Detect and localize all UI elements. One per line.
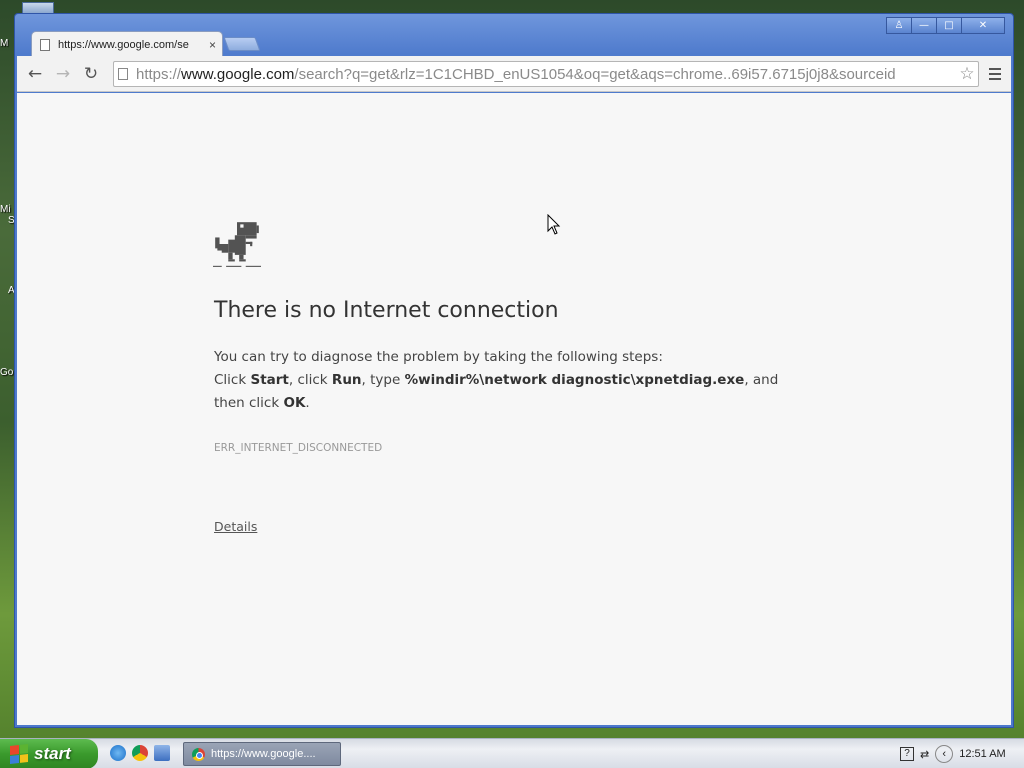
error-title: There is no Internet connection [214,298,559,323]
dinosaur-icon [213,222,261,267]
minimize-icon: — [919,20,929,31]
page-info-icon[interactable] [118,68,128,80]
error-instructions: You can try to diagnose the problem by t… [214,346,814,415]
desktop-label: Go [0,367,14,378]
text-type: , type [361,372,405,388]
text-click2: , click [288,372,332,388]
minimize-button[interactable]: — [911,17,937,34]
tab-title: https://www.google.com/se [58,38,189,51]
reload-icon: ↻ [83,63,99,84]
close-button[interactable]: ✕ [961,17,1005,34]
close-icon: ✕ [978,20,988,31]
text-ok: OK [283,395,306,411]
help-icon[interactable]: ? [900,747,914,761]
taskbar-item-label: https://www.google.... [211,748,316,760]
browser-window: ♙ — □ ✕ https://www.google.com/se × ← → … [14,13,1014,728]
tab-close-icon[interactable]: × [209,38,216,52]
internet-explorer-icon[interactable] [110,745,126,761]
forward-button[interactable]: → [49,61,77,87]
forward-arrow-icon: → [55,63,71,84]
quick-launch-app-icon[interactable] [154,745,170,761]
page-content: There is no Internet connection You can … [17,93,1011,725]
reload-button[interactable]: ↻ [77,61,105,87]
network-icon[interactable]: ⇄ [920,748,929,761]
text-command: %windir%\network diagnostic\xpnetdiag.ex… [404,372,745,388]
desktop-label: Mi [0,204,11,215]
text-run: Run [331,372,362,388]
taskbar-item-chrome[interactable]: https://www.google.... [183,742,341,766]
chrome-icon [192,747,205,761]
chrome-icon[interactable] [132,745,148,761]
menu-icon[interactable] [983,61,1007,87]
taskbar: start https://www.google.... ? ⇄ ‹ 12:51… [0,738,1024,768]
windows-logo-icon [10,744,28,764]
system-tray: ? ⇄ ‹ 12:51 AM [896,739,1024,768]
bookmark-star-icon[interactable]: ☆ [956,64,978,84]
error-code: ERR_INTERNET_DISCONNECTED [214,442,383,454]
start-button[interactable]: start [0,739,98,768]
back-button[interactable]: ← [21,61,49,87]
window-controls: ♙ — □ ✕ [886,17,1005,34]
url-scheme: https:// [136,65,182,83]
clock[interactable]: 12:51 AM [959,748,1005,760]
text-start: Start [250,372,289,388]
instruction-line-2: Click Start, click Run, type %windir%\ne… [214,369,814,392]
profile-icon: ♙ [894,20,904,31]
mouse-cursor-icon [547,214,561,235]
toolbar: ← → ↻ https://www.google.com/search?q=ge… [17,56,1011,92]
address-bar[interactable]: https://www.google.com/search?q=get&rlz=… [113,61,979,87]
url-text: https://www.google.com/search?q=get&rlz=… [136,66,956,83]
text-and: , and [744,372,779,388]
url-host: www.google.com [181,65,295,83]
text-click: Click [214,372,251,388]
url-path: /search?q=get&rlz=1C1CHBD_enUS1054&oq=ge… [294,65,896,83]
page-icon [40,38,50,51]
start-label: start [34,744,71,763]
new-tab-button[interactable] [223,37,261,51]
text-then: then click [214,395,284,411]
back-arrow-icon: ← [27,63,43,84]
text-period: . [305,395,310,411]
desktop-label: M [0,38,9,49]
instruction-line-1: You can try to diagnose the problem by t… [214,349,663,365]
maximize-button[interactable]: □ [936,17,962,34]
instruction-line-3: then click OK. [214,392,814,415]
tab-active[interactable]: https://www.google.com/se × [31,31,223,57]
details-link[interactable]: Details [214,519,257,534]
profile-button[interactable]: ♙ [886,17,912,34]
tray-expand-icon[interactable]: ‹ [935,745,954,763]
maximize-icon: □ [944,20,954,31]
